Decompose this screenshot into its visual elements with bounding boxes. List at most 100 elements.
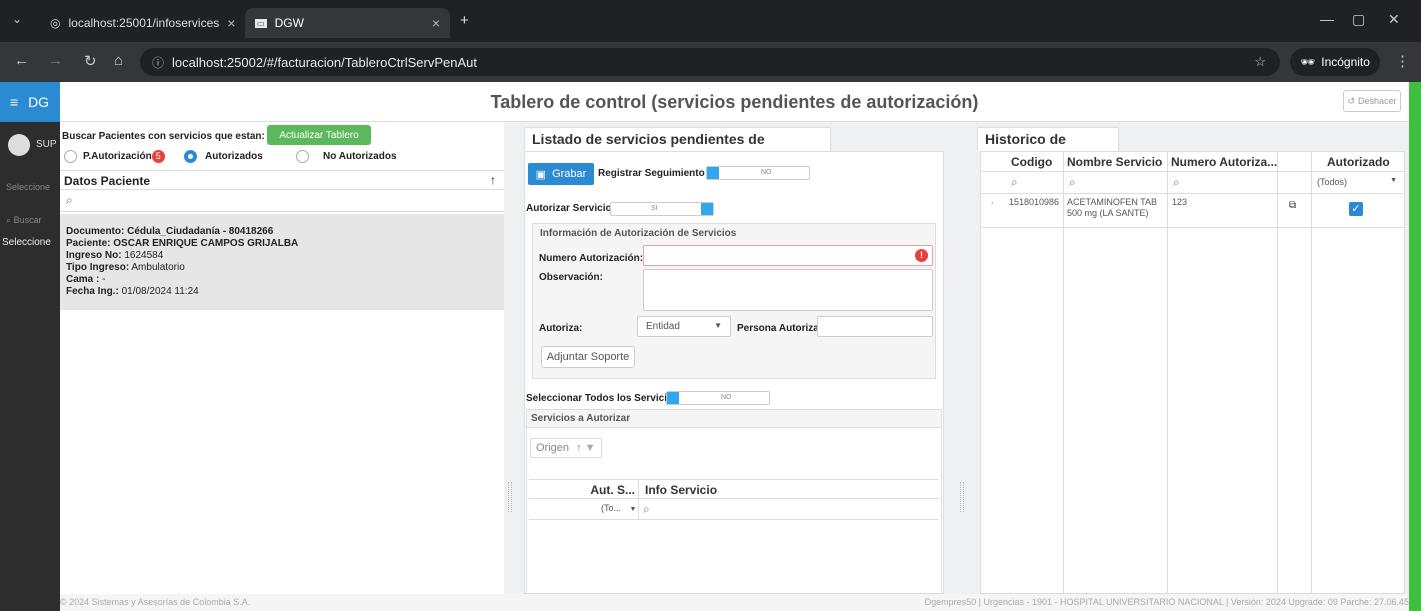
minimize-icon[interactable]: — [1320,11,1334,27]
radio-no-autorizados[interactable] [296,150,309,163]
avatar[interactable] [8,134,30,156]
browser-menu-icon[interactable]: ⋮ [1395,52,1410,70]
filter-pautorizacion[interactable]: P.Autorización 5 [64,150,165,163]
auth-info-section: Información de Autorización de Servicios… [532,223,936,379]
copy-icon[interactable]: ⧉ [1289,200,1296,211]
cell-codigo: 1518010986 [1009,197,1060,207]
servicios-section: Servicios a Autorizar Origen ↑ ▼ Aut. S.… [526,409,942,594]
sort-asc-icon[interactable]: ↑ [576,442,582,454]
forward-icon[interactable]: → [48,52,63,69]
autorizar-label: Autorizar Servicio: [526,203,615,214]
footer: © 2024 Sistemas y Asesorías de Colombia … [60,594,1409,611]
autoriza-label: Autoriza: [539,323,583,334]
registrar-toggle[interactable]: NO [706,166,810,180]
numero-autorizacion-input[interactable]: ! [643,245,933,266]
persona-autoriza-input[interactable] [817,316,933,337]
search-icon[interactable]: ⌕ [1011,175,1018,190]
observacion-textarea[interactable] [643,269,933,311]
tab-menu-icon[interactable]: ⌄ [12,12,22,26]
history-header: Codigo Nombre Servicio Numero Autoriza..… [981,152,1404,172]
reload-icon[interactable]: ↻ [84,52,97,70]
splitter-right[interactable] [960,482,964,512]
search-label: Buscar Pacientes con servicios que estan… [62,131,265,142]
history-grid: Codigo Nombre Servicio Numero Autoriza..… [980,151,1405,595]
incognito-indicator[interactable]: 🕶 Incógnito [1290,48,1380,76]
radio-pautorizacion[interactable] [64,150,77,163]
search-icon[interactable]: ⌕ [1173,175,1180,190]
seleccionar-label: Seleccionar Todos los Servicios: [526,393,682,404]
user-name: SUP [36,139,57,150]
group-chip-origen[interactable]: Origen ↑ ▼ [530,438,602,458]
autorizar-toggle[interactable]: SI [610,202,714,216]
col-aut-s[interactable]: Aut. S... [590,483,635,497]
col-autorizado[interactable]: Autorizado [1327,155,1390,169]
refresh-button[interactable]: Actualizar Tablero [267,125,371,145]
search-icon[interactable]: ⌕ [643,502,650,517]
footer-copyright: © 2024 Sistemas y Asesorías de Colombia … [60,597,251,607]
aut-filter-select[interactable]: (To... ▼ [601,503,636,513]
col-codigo[interactable]: Codigo [1011,155,1052,169]
patient-cama: Cama : - [66,274,106,285]
pending-services-panel: Listado de servicios pendientes de autor… [524,122,944,594]
dropdown-arrow-icon: ▼ [714,321,722,330]
sidebar-search[interactable]: ⌕ Buscar [6,215,42,226]
adjuntar-soporte-button[interactable]: Adjuntar Soporte [541,346,635,368]
tab-pending-services[interactable]: Listado de servicios pendientes de autor… [524,127,831,169]
cell-numero: 123 [1172,197,1188,207]
filter-no-autorizados[interactable]: No Autorizados [296,150,397,163]
app-content: Tablero de control (servicios pendientes… [60,82,1409,611]
tab-history[interactable]: Historico de Gestión [977,127,1119,169]
new-tab-icon[interactable]: + [460,12,469,29]
patient-row[interactable]: Documento: Cédula_Ciudadanía - 80418266 … [60,214,504,310]
menu-icon[interactable]: ≡ [10,94,18,110]
patient-filter-row[interactable]: ⌕ [60,190,504,212]
autoriza-select[interactable]: Entidad ▼ [637,316,731,337]
patient-column-header[interactable]: Datos Paciente ↑ [60,170,504,190]
app-favicon-icon: ▭ [255,18,267,28]
browser-tab-dgw[interactable]: ▭ DGW × [245,8,450,38]
close-icon[interactable]: × [432,15,440,31]
sidebar-select[interactable]: Seleccione [6,182,50,192]
browser-addressbar: ← → ↻ ⌂ ⓘ localhost:25002/#/facturacion/… [0,42,1421,82]
home-icon[interactable]: ⌂ [114,52,123,69]
sidebar-selected-item[interactable]: Seleccione [2,237,51,248]
seleccionar-toggle[interactable]: NO [666,391,770,405]
close-icon[interactable]: × [227,15,235,31]
undo-button[interactable]: ↺ Deshacer [1343,90,1401,112]
dropdown-arrow-icon: ▼ [629,506,637,513]
table-row[interactable]: › 1518010986 ACETAMINOFEN TAB 500 mg (LA… [981,194,1404,228]
maximize-icon[interactable]: ▢ [1352,11,1365,28]
undo-icon: ↺ [1347,95,1355,106]
col-info-servicio[interactable]: Info Servicio [645,483,717,497]
col-nombre-servicio[interactable]: Nombre Servicio [1067,155,1162,169]
autorizado-checkbox[interactable]: ✓ [1349,202,1363,216]
save-button[interactable]: ▣ Grabar [528,163,594,185]
autorizado-filter-select[interactable]: (Todos) ▼ [1317,177,1397,187]
filter-icon[interactable]: ▼ [585,442,596,454]
expand-icon[interactable]: › [991,200,993,207]
footer-version: Dgempres50 | Urgencias - 1901 - HOSPITAL… [924,597,1409,607]
save-icon: ▣ [535,168,547,181]
patient-tipo: Tipo Ingreso: Ambulatorio [66,262,185,273]
auth-info-title: Información de Autorización de Servicios [540,228,737,239]
search-icon[interactable]: ⌕ [1069,175,1076,190]
dropdown-arrow-icon: ▼ [1390,177,1397,184]
sort-asc-icon[interactable]: ↑ [490,173,496,187]
servicios-grid-header: Aut. S... Info Servicio [529,479,939,520]
patient-nombre: Paciente: OSCAR ENRIQUE CAMPOS GRIJALBA [66,238,299,249]
radio-autorizados[interactable] [184,150,197,163]
globe-icon: ◎ [50,16,61,30]
back-icon[interactable]: ← [14,52,29,69]
filter-autorizados[interactable]: Autorizados [184,150,263,163]
page-title: Tablero de control (servicios pendientes… [490,92,979,112]
toggle-knob [667,392,679,404]
persona-label: Persona Autoriza: [737,323,823,334]
address-field[interactable]: ⓘ localhost:25002/#/facturacion/TableroC… [140,48,1280,76]
browser-tab-infoservices[interactable]: ◎ localhost:25001/infoservices × [40,8,240,38]
close-window-icon[interactable]: ✕ [1388,11,1400,28]
col-numero-autorizacion[interactable]: Numero Autoriza... [1171,155,1277,169]
splitter-left[interactable] [508,482,512,512]
sidebar-header: ≡ DG [0,82,60,122]
bookmark-star-icon[interactable]: ☆ [1254,54,1266,70]
history-filter-row: ⌕ ⌕ ⌕ (Todos) ▼ [981,172,1404,194]
